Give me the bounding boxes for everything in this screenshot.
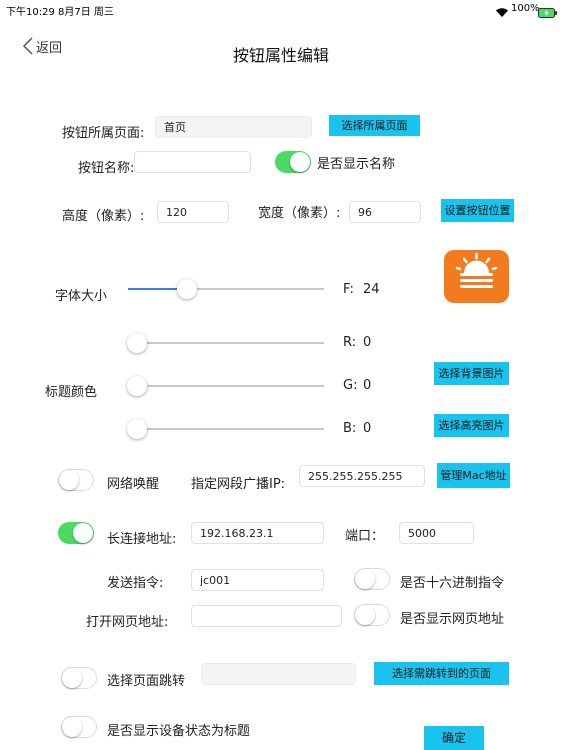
send-command-input[interactable] bbox=[191, 569, 324, 591]
select-background-image-button[interactable]: 选择背景图片 bbox=[434, 362, 509, 385]
select-page-button[interactable]: 选择所属页面 bbox=[329, 115, 420, 136]
status-as-title-label: 是否显示设备状态为标题 bbox=[107, 724, 251, 739]
red-slider-track[interactable] bbox=[130, 342, 324, 344]
page-jump-toggle[interactable] bbox=[61, 667, 97, 689]
manage-mac-button[interactable]: 管理Mac地址 bbox=[437, 463, 510, 488]
page-title: 按钮属性编辑 bbox=[232, 46, 329, 65]
status-as-title-toggle[interactable] bbox=[61, 716, 97, 738]
page-input[interactable] bbox=[155, 116, 312, 138]
button-name-label: 按钮名称: bbox=[78, 161, 135, 176]
confirm-button[interactable]: 确定 bbox=[424, 726, 484, 750]
button-name-input[interactable] bbox=[134, 151, 251, 173]
hex-command-toggle[interactable] bbox=[354, 568, 390, 590]
page-label: 按钮所属页面: bbox=[62, 126, 145, 141]
show-name-label: 是否显示名称 bbox=[317, 157, 396, 172]
broadcast-ip-input[interactable] bbox=[299, 465, 425, 487]
persistent-connection-toggle[interactable] bbox=[58, 522, 94, 544]
green-slider-thumb[interactable] bbox=[127, 376, 147, 396]
status-date: 8月7日 周三 bbox=[58, 7, 114, 18]
wifi-icon bbox=[495, 3, 509, 22]
set-position-button[interactable]: 设置按钮位置 bbox=[441, 199, 514, 222]
port-label: 端口： bbox=[345, 529, 385, 544]
title-color-label: 标题颜色 bbox=[45, 385, 98, 400]
page-jump-input[interactable] bbox=[201, 663, 356, 685]
b-label: B: bbox=[343, 421, 357, 436]
button-preview-sunrise-icon bbox=[444, 250, 509, 303]
select-highlight-image-button[interactable]: 选择高亮图片 bbox=[434, 414, 509, 437]
battery-percent: 100% bbox=[511, 3, 540, 14]
f-value: 24 bbox=[363, 282, 380, 297]
b-value: 0 bbox=[363, 421, 372, 436]
g-label: G: bbox=[343, 378, 358, 393]
select-jump-page-button[interactable]: 选择需跳转到的页面 bbox=[374, 662, 509, 685]
blue-slider-track[interactable] bbox=[130, 428, 324, 430]
width-input[interactable] bbox=[349, 201, 421, 223]
open-url-input[interactable] bbox=[191, 605, 342, 627]
wake-on-lan-label: 网络唤醒 bbox=[107, 477, 160, 492]
show-url-toggle[interactable] bbox=[354, 604, 390, 626]
show-url-label: 是否显示网页地址 bbox=[400, 612, 505, 627]
show-name-toggle[interactable] bbox=[275, 151, 311, 173]
font-size-slider-thumb[interactable] bbox=[177, 279, 197, 299]
battery-charging-icon bbox=[538, 3, 558, 22]
green-slider-track[interactable] bbox=[130, 385, 324, 387]
page-jump-label: 选择页面跳转 bbox=[107, 674, 186, 689]
height-input[interactable] bbox=[157, 201, 229, 223]
r-value: 0 bbox=[363, 335, 372, 350]
broadcast-ip-label: 指定网段广播IP: bbox=[191, 477, 286, 492]
red-slider-thumb[interactable] bbox=[127, 333, 147, 353]
height-label: 高度（像素）: bbox=[62, 209, 145, 224]
send-command-label: 发送指令: bbox=[107, 576, 164, 591]
f-label: F: bbox=[343, 282, 354, 297]
status-time: 下午10:29 bbox=[6, 7, 55, 18]
font-size-label: 字体大小 bbox=[55, 289, 108, 304]
open-url-label: 打开网页地址: bbox=[86, 615, 169, 630]
hex-command-label: 是否十六进制指令 bbox=[400, 576, 505, 591]
r-label: R: bbox=[343, 335, 357, 350]
wake-on-lan-toggle[interactable] bbox=[58, 469, 94, 491]
blue-slider-thumb[interactable] bbox=[127, 419, 147, 439]
width-label: 宽度（像素）: bbox=[258, 206, 341, 221]
port-input[interactable] bbox=[399, 522, 474, 544]
connection-address-input[interactable] bbox=[191, 522, 324, 544]
g-value: 0 bbox=[363, 378, 372, 393]
connection-address-label: 长连接地址: bbox=[107, 532, 177, 547]
